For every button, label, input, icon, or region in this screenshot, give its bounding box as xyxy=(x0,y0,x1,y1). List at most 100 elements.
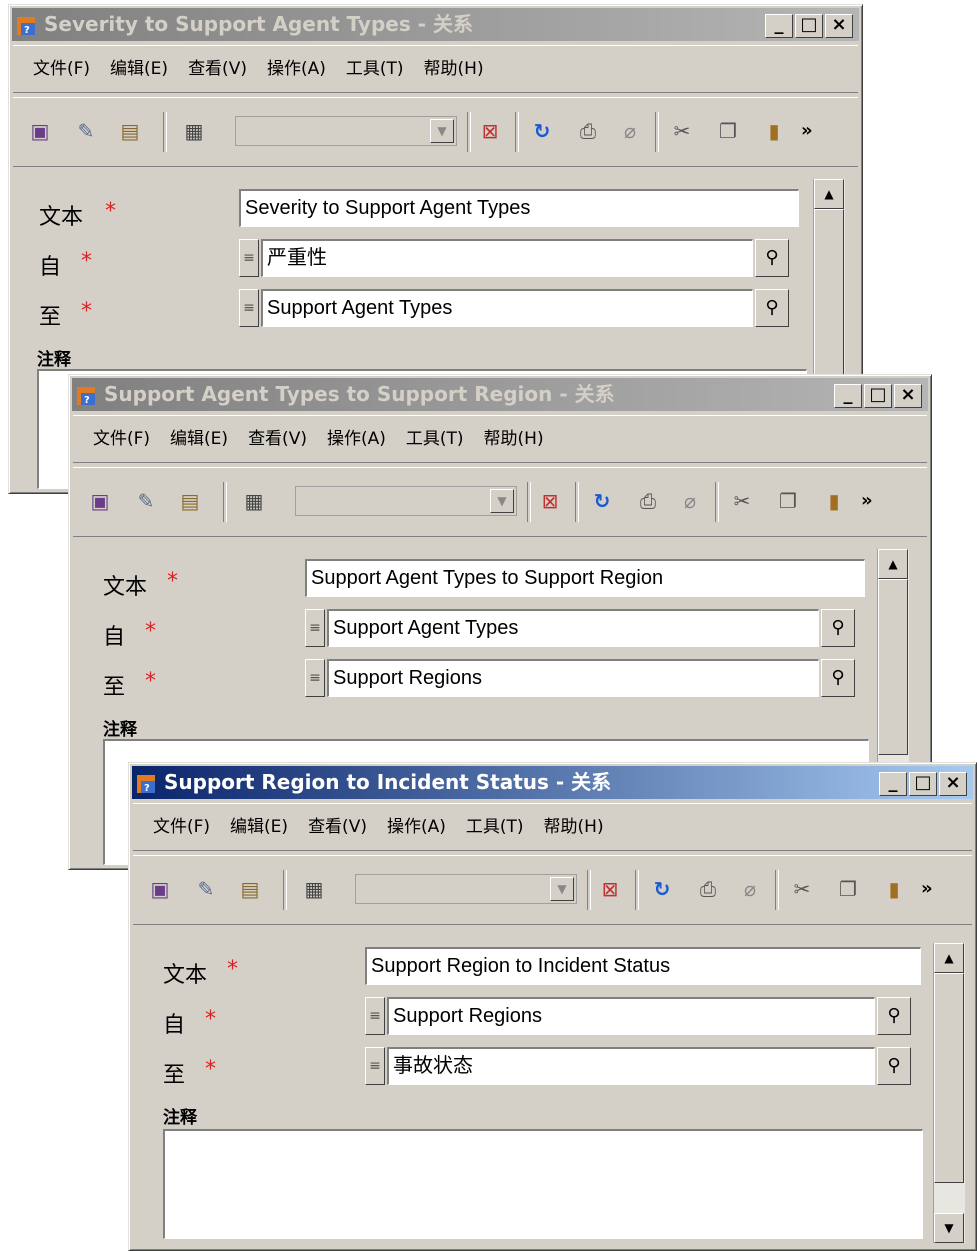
menu-edit[interactable]: 编辑(E) xyxy=(110,59,168,79)
from-field[interactable]: Support Agent Types xyxy=(327,609,819,647)
cut-icon[interactable]: ✂ xyxy=(669,118,695,144)
toolbar-more-icon[interactable]: » xyxy=(921,876,933,902)
menu-help[interactable]: 帮助(H) xyxy=(484,429,544,449)
from-lookup-icon[interactable]: ⚲ xyxy=(877,997,911,1035)
from-field[interactable]: 严重性 xyxy=(261,239,753,277)
toolbar-more-icon[interactable]: » xyxy=(801,118,813,144)
toolbar-more-icon[interactable]: » xyxy=(861,488,873,514)
vertical-scrollbar[interactable]: ▲ xyxy=(877,549,909,769)
maximize-button[interactable]: □ xyxy=(909,772,937,796)
chevron-down-icon[interactable]: ▼ xyxy=(490,489,514,513)
scroll-up-icon[interactable]: ▲ xyxy=(934,943,964,973)
menu-view[interactable]: 查看(V) xyxy=(248,429,307,449)
refresh-icon[interactable]: ↻ xyxy=(589,488,615,514)
scroll-thumb[interactable] xyxy=(878,579,908,755)
minimize-button[interactable]: _ xyxy=(834,384,862,408)
menu-tools[interactable]: 工具(T) xyxy=(346,59,404,79)
print-icon[interactable]: ⎙ xyxy=(695,876,721,902)
title-bar[interactable]: ? Support Region to Incident Status - 关系… xyxy=(132,766,973,799)
copy-record-icon[interactable]: ▤ xyxy=(237,876,263,902)
to-lookup-icon[interactable]: ⚲ xyxy=(755,289,789,327)
copy-icon[interactable]: ❐ xyxy=(775,488,801,514)
text-field[interactable]: Severity to Support Agent Types xyxy=(239,189,799,227)
paste-icon[interactable]: ▮ xyxy=(821,488,847,514)
toolbar-combo[interactable]: ▼ xyxy=(235,116,457,146)
paste-icon[interactable]: ▮ xyxy=(761,118,787,144)
scroll-down-icon[interactable]: ▼ xyxy=(934,1213,964,1243)
to-field[interactable]: Support Agent Types xyxy=(261,289,753,327)
close-button[interactable]: × xyxy=(939,772,967,796)
close-button[interactable]: × xyxy=(825,14,853,38)
properties-icon[interactable]: ▦ xyxy=(181,118,207,144)
edit-icon[interactable]: ✎ xyxy=(133,488,159,514)
copy-record-icon[interactable]: ▤ xyxy=(177,488,203,514)
cut-icon[interactable]: ✂ xyxy=(729,488,755,514)
properties-icon[interactable]: ▦ xyxy=(301,876,327,902)
chevron-down-icon[interactable]: ▼ xyxy=(430,119,454,143)
maximize-button[interactable]: □ xyxy=(864,384,892,408)
menu-action[interactable]: 操作(A) xyxy=(327,429,386,449)
minimize-button[interactable]: _ xyxy=(879,772,907,796)
save-icon[interactable]: ▣ xyxy=(27,118,53,144)
print-icon[interactable]: ⎙ xyxy=(575,118,601,144)
menu-help[interactable]: 帮助(H) xyxy=(424,59,484,79)
save-icon[interactable]: ▣ xyxy=(87,488,113,514)
title-bar[interactable]: ? Severity to Support Agent Types - 关系 _… xyxy=(12,8,859,41)
properties-icon[interactable]: ▦ xyxy=(241,488,267,514)
menu-file[interactable]: 文件(F) xyxy=(153,817,210,837)
maximize-button[interactable]: □ xyxy=(795,14,823,38)
paste-icon[interactable]: ▮ xyxy=(881,876,907,902)
to-dropdown-button[interactable]: ≡ xyxy=(305,659,325,697)
cut-icon[interactable]: ✂ xyxy=(789,876,815,902)
to-dropdown-button[interactable]: ≡ xyxy=(365,1047,385,1085)
attach-icon[interactable]: ⌀ xyxy=(737,876,763,902)
copy-record-icon[interactable]: ▤ xyxy=(117,118,143,144)
from-lookup-icon[interactable]: ⚲ xyxy=(755,239,789,277)
attach-icon[interactable]: ⌀ xyxy=(617,118,643,144)
toolbar-combo[interactable]: ▼ xyxy=(295,486,517,516)
menu-help[interactable]: 帮助(H) xyxy=(544,817,604,837)
menu-file[interactable]: 文件(F) xyxy=(33,59,90,79)
refresh-icon[interactable]: ↻ xyxy=(529,118,555,144)
to-lookup-icon[interactable]: ⚲ xyxy=(821,659,855,697)
to-field[interactable]: Support Regions xyxy=(327,659,819,697)
to-field[interactable]: 事故状态 xyxy=(387,1047,875,1085)
menu-view[interactable]: 查看(V) xyxy=(188,59,247,79)
menu-action[interactable]: 操作(A) xyxy=(267,59,326,79)
from-dropdown-button[interactable]: ≡ xyxy=(239,239,259,277)
menu-edit[interactable]: 编辑(E) xyxy=(170,429,228,449)
menu-file[interactable]: 文件(F) xyxy=(93,429,150,449)
delete-icon[interactable]: ⊠ xyxy=(597,876,623,902)
delete-icon[interactable]: ⊠ xyxy=(537,488,563,514)
copy-icon[interactable]: ❐ xyxy=(835,876,861,902)
save-icon[interactable]: ▣ xyxy=(147,876,173,902)
from-field[interactable]: Support Regions xyxy=(387,997,875,1035)
note-textarea[interactable] xyxy=(163,1129,923,1239)
text-field[interactable]: Support Region to Incident Status xyxy=(365,947,921,985)
scroll-thumb[interactable] xyxy=(934,973,964,1183)
text-field[interactable]: Support Agent Types to Support Region xyxy=(305,559,865,597)
menu-view[interactable]: 查看(V) xyxy=(308,817,367,837)
attach-icon[interactable]: ⌀ xyxy=(677,488,703,514)
menu-tools[interactable]: 工具(T) xyxy=(406,429,464,449)
scroll-up-icon[interactable]: ▲ xyxy=(814,179,844,209)
edit-icon[interactable]: ✎ xyxy=(73,118,99,144)
delete-icon[interactable]: ⊠ xyxy=(477,118,503,144)
copy-icon[interactable]: ❐ xyxy=(715,118,741,144)
toolbar-combo[interactable]: ▼ xyxy=(355,874,577,904)
menu-tools[interactable]: 工具(T) xyxy=(466,817,524,837)
print-icon[interactable]: ⎙ xyxy=(635,488,661,514)
refresh-icon[interactable]: ↻ xyxy=(649,876,675,902)
from-dropdown-button[interactable]: ≡ xyxy=(305,609,325,647)
vertical-scrollbar[interactable]: ▲ ▼ xyxy=(933,943,965,1243)
scroll-up-icon[interactable]: ▲ xyxy=(878,549,908,579)
edit-icon[interactable]: ✎ xyxy=(193,876,219,902)
menu-action[interactable]: 操作(A) xyxy=(387,817,446,837)
from-dropdown-button[interactable]: ≡ xyxy=(365,997,385,1035)
to-lookup-icon[interactable]: ⚲ xyxy=(877,1047,911,1085)
title-bar[interactable]: ? Support Agent Types to Support Region … xyxy=(72,378,928,411)
close-button[interactable]: × xyxy=(894,384,922,408)
to-dropdown-button[interactable]: ≡ xyxy=(239,289,259,327)
minimize-button[interactable]: _ xyxy=(765,14,793,38)
from-lookup-icon[interactable]: ⚲ xyxy=(821,609,855,647)
